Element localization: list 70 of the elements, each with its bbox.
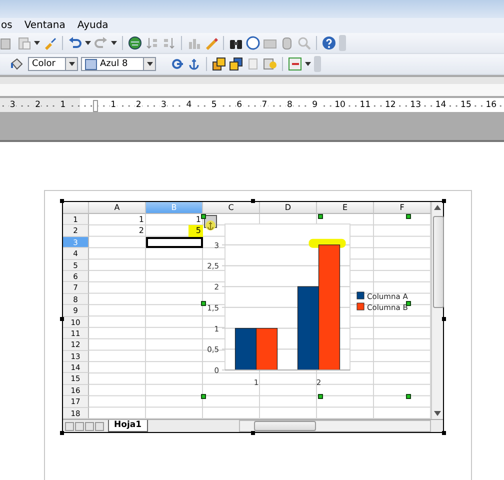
dropdown-arrow-icon[interactable]: [111, 41, 117, 45]
ruler-number: 10: [334, 100, 346, 110]
selection-handle[interactable]: [406, 301, 411, 306]
ruler-number: 8: [286, 100, 294, 110]
ruler-number: 14: [434, 100, 448, 110]
scroll-thumb[interactable]: [433, 216, 444, 308]
ruler-number: 13: [409, 100, 422, 110]
scroll-up-icon[interactable]: [434, 205, 441, 210]
ruler-number: 12: [384, 100, 397, 110]
horizontal-scrollbar[interactable]: [239, 420, 431, 432]
corner-cell[interactable]: [63, 202, 89, 214]
selection-handle[interactable]: [406, 394, 411, 399]
menu-item[interactable]: Ventana: [24, 20, 66, 31]
column-header[interactable]: C: [203, 202, 260, 214]
table-cell[interactable]: 1: [146, 214, 203, 226]
dropdown-arrow-icon[interactable]: [146, 62, 152, 66]
ruler-number: 7: [260, 100, 268, 110]
dropdown-arrow-icon[interactable]: [305, 62, 311, 66]
selection-handle[interactable]: [318, 214, 323, 219]
ruler-number: 11: [358, 100, 372, 110]
area-style-dropdown[interactable]: Color: [28, 57, 78, 71]
margin-marker[interactable]: [92, 100, 98, 112]
help-icon[interactable]: [322, 36, 336, 50]
table-cell[interactable]: [146, 236, 203, 248]
column-header[interactable]: F: [374, 202, 431, 214]
selection-handle[interactable]: [201, 301, 206, 306]
selection-handle[interactable]: [201, 394, 206, 399]
dropdown-arrow-icon[interactable]: [34, 41, 40, 45]
anchor-icon[interactable]: [204, 215, 217, 228]
sort-descending-icon[interactable]: [162, 36, 176, 50]
table-cell[interactable]: 1: [89, 214, 146, 226]
align-icon[interactable]: [288, 57, 302, 71]
bring-to-front-icon[interactable]: [212, 57, 226, 71]
scroll-thumb[interactable]: [254, 421, 316, 432]
column-header[interactable]: A: [89, 202, 146, 214]
ruler-number: 1: [59, 100, 67, 110]
ruler-number: 9: [311, 100, 319, 110]
wrap-icon[interactable]: [170, 57, 184, 71]
ruler-number: 6: [236, 100, 243, 110]
ruler-number: 16: [484, 100, 498, 110]
anchor-icon[interactable]: [187, 57, 201, 71]
scroll-down-icon[interactable]: [434, 411, 441, 416]
dropdown-arrow-icon[interactable]: [68, 62, 74, 66]
menu-item[interactable]: os: [1, 20, 12, 31]
send-to-back-icon[interactable]: [229, 57, 243, 71]
ruler-number: 15: [460, 100, 472, 110]
vertical-scrollbar[interactable]: [431, 202, 443, 420]
table-cell[interactable]: 2: [89, 225, 146, 237]
dropdown-arrow-icon[interactable]: [85, 41, 91, 45]
column-header[interactable]: D: [260, 202, 317, 214]
globe-icon[interactable]: [128, 36, 142, 50]
ruler-number: 2: [134, 100, 142, 110]
selection-handle[interactable]: [406, 214, 411, 219]
image-icon[interactable]: [263, 57, 277, 71]
fill-color-dropdown[interactable]: Azul 8: [81, 57, 156, 71]
ruler-number: 1: [110, 100, 118, 110]
selection-handle[interactable]: [201, 214, 206, 219]
pencil-icon[interactable]: [204, 36, 218, 50]
brush-icon[interactable]: [43, 36, 57, 50]
undo-icon[interactable]: [68, 36, 82, 50]
selection-handle[interactable]: [318, 394, 323, 399]
ruler-number: 3: [8, 100, 16, 110]
ruler-number: 3: [160, 100, 168, 110]
ruler-number: 4: [185, 100, 193, 110]
ruler-number: 5: [210, 100, 218, 110]
menu-item[interactable]: Ayuda: [77, 20, 108, 31]
ruler-number: 2: [34, 100, 42, 110]
sheet-tab[interactable]: Hoja1: [108, 420, 148, 432]
paint-bucket-icon[interactable]: [9, 57, 23, 71]
column-header[interactable]: E: [317, 202, 374, 214]
